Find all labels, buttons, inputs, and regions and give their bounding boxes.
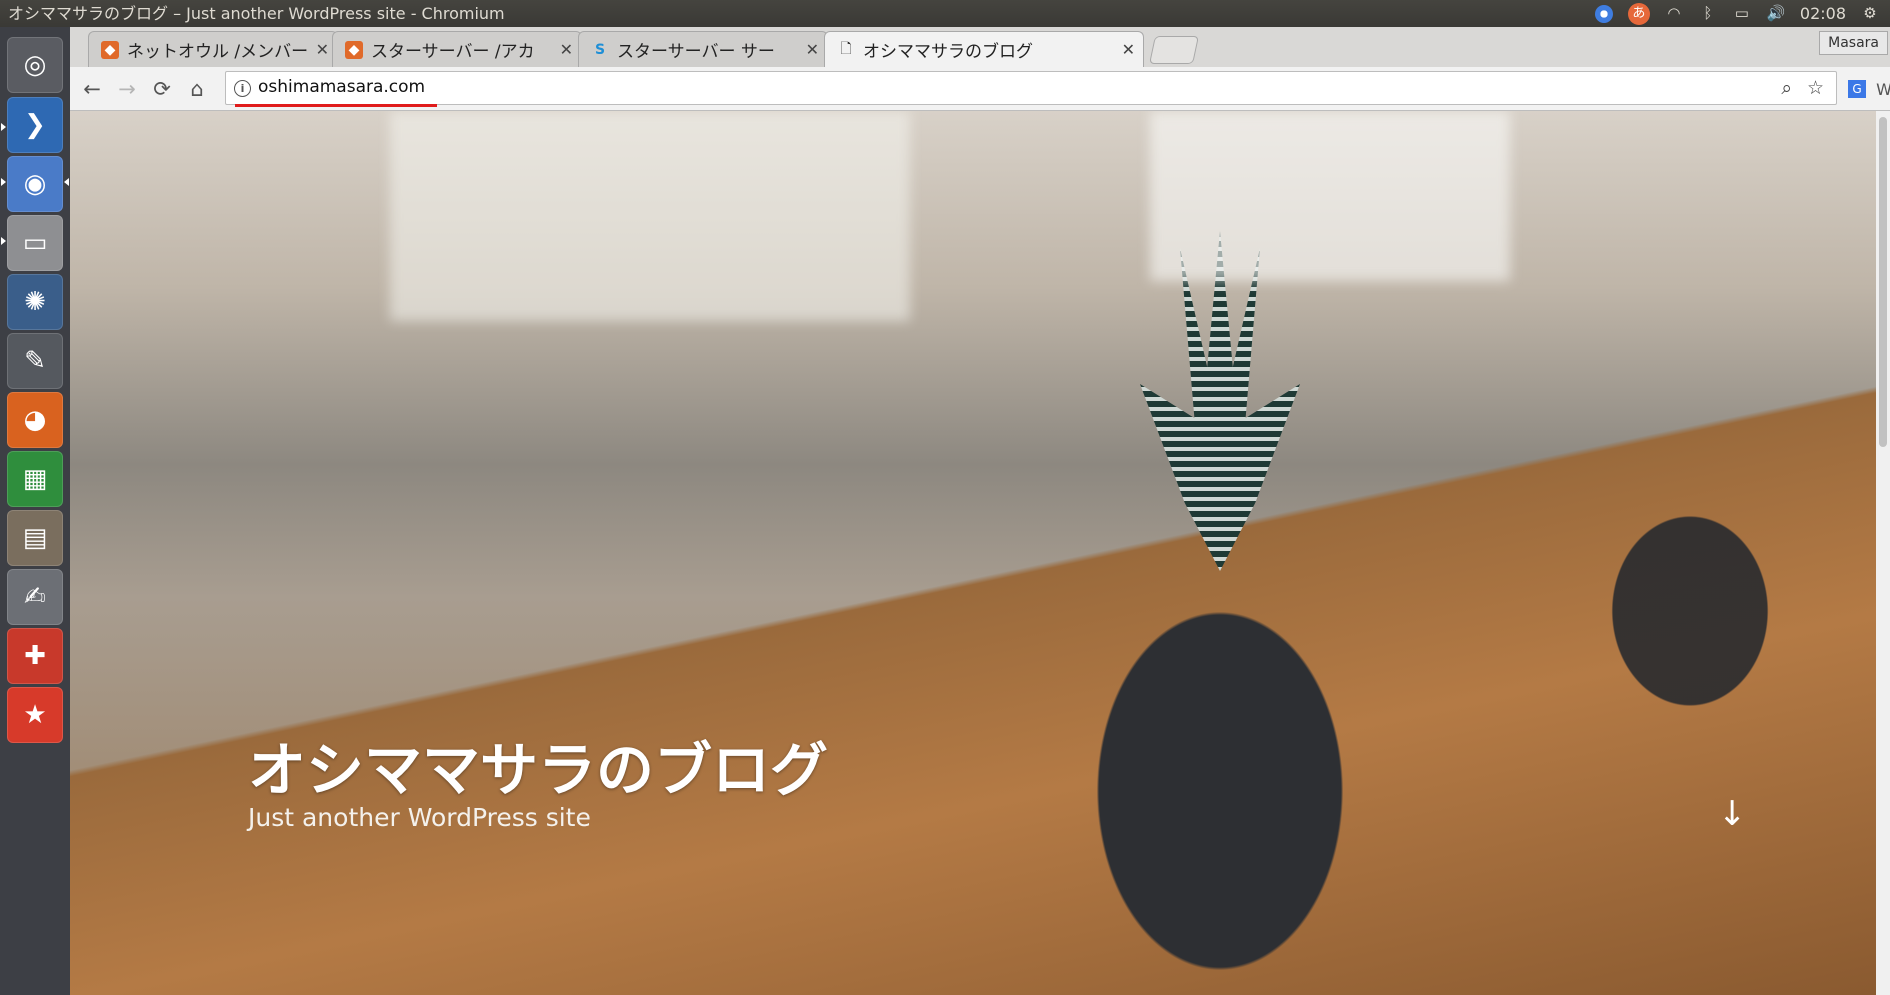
vscode-icon[interactable]: ❯ — [7, 97, 63, 153]
page-icon: 🗋 — [840, 40, 852, 57]
battery-icon[interactable]: ▭ — [1732, 4, 1752, 24]
draw-icon[interactable]: ✎ — [7, 333, 63, 389]
wifi-icon[interactable]: ◠ — [1664, 4, 1684, 24]
calc-icon[interactable]: ▦ — [7, 451, 63, 507]
close-icon[interactable]: ✕ — [806, 40, 819, 59]
scroll-down-arrow-icon[interactable]: ↓ — [1718, 794, 1747, 834]
site-info-icon[interactable]: i — [234, 80, 251, 97]
active-indicator — [64, 178, 69, 186]
input-method-icon[interactable]: あ — [1627, 2, 1650, 25]
site-title[interactable]: オシママサラのブログ — [248, 723, 828, 807]
window-title: オシママサラのブログ – Just another WordPress site… — [8, 4, 505, 23]
system-top-panel: オシママサラのブログ – Just another WordPress site… — [0, 0, 1890, 27]
bookmark-star-icon[interactable]: ☆ — [1807, 77, 1824, 99]
running-indicator — [1, 237, 6, 245]
shotwell-icon[interactable]: ✺ — [7, 274, 63, 330]
address-bar[interactable]: i oshimamasara.com ⌕ ☆ — [225, 71, 1837, 105]
site-tagline: Just another WordPress site — [248, 803, 591, 832]
tab-oshimamasara-blog[interactable]: 🗋 オシママサラのブログ ✕ — [824, 31, 1144, 67]
running-indicator — [1, 178, 6, 186]
launcher: ◎ ❯ ◉ ▭ ✺ ✎ ◕ ▦ ▤ ✍ ✚ ★ — [0, 27, 70, 995]
chromium-launcher-icon[interactable]: ◉ — [7, 156, 63, 212]
close-icon[interactable]: ✕ — [316, 40, 329, 59]
bluetooth-icon[interactable]: ᛒ — [1698, 4, 1718, 24]
system-tray: あ ◠ ᛒ ▭ 🔊 02:08 ⚙ — [1594, 0, 1880, 27]
profile-button[interactable]: Masara — [1819, 31, 1888, 55]
text-editor-icon[interactable]: ✍ — [7, 569, 63, 625]
clock[interactable]: 02:08 — [1800, 0, 1846, 27]
tab-strip: ◆ ネットオウル /メンバー ✕ ◆ スターサーバー /アカ ✕ S スターサー… — [70, 27, 1890, 67]
tab-netowl[interactable]: ◆ ネットオウル /メンバー ✕ — [88, 31, 338, 67]
chromium-tray-icon[interactable] — [1594, 4, 1614, 24]
tab-starserver-account[interactable]: ◆ スターサーバー /アカ ✕ — [332, 31, 582, 67]
running-indicator — [1, 123, 6, 131]
scrollbar-thumb[interactable] — [1879, 117, 1887, 447]
ubuntu-dash-icon[interactable]: ◎ — [7, 37, 63, 93]
star-server-icon: S — [594, 41, 606, 58]
tab-starserver-server[interactable]: S スターサーバー サー ✕ — [578, 31, 828, 67]
plant-image — [1140, 231, 1300, 571]
owl-icon: ◆ — [345, 40, 363, 59]
page-hero: オシママサラのブログ Just another WordPress site ↓ — [70, 111, 1876, 995]
translate-extension-icon[interactable]: G — [1846, 75, 1868, 103]
page-scrollbar[interactable] — [1876, 111, 1890, 995]
drive-icon[interactable]: ▭ — [7, 215, 63, 271]
owl-icon: ◆ — [101, 40, 119, 59]
tab-label: ネットオウル /メンバー — [127, 42, 308, 62]
new-tab-button[interactable] — [1149, 36, 1199, 64]
url-text[interactable]: oshimamasara.com — [258, 77, 425, 97]
forward-button[interactable]: → — [113, 75, 141, 103]
system-tool-icon[interactable]: ✚ — [7, 628, 63, 684]
gear-icon[interactable]: ⚙ — [1860, 4, 1880, 24]
zoom-icon[interactable]: ⌕ — [1781, 77, 1792, 99]
volume-icon[interactable]: 🔊 — [1766, 4, 1786, 24]
url-annotation-underline — [235, 104, 437, 107]
bookmark-app-icon[interactable]: ★ — [7, 687, 63, 743]
tab-label: オシママサラのブログ — [863, 42, 1033, 62]
back-button[interactable]: ← — [78, 75, 106, 103]
close-icon[interactable]: ✕ — [560, 40, 573, 59]
firefox-icon[interactable]: ◕ — [7, 392, 63, 448]
w-extension-icon[interactable]: W — [1870, 75, 1890, 103]
archive-icon[interactable]: ▤ — [7, 510, 63, 566]
home-button[interactable]: ⌂ — [183, 75, 211, 103]
reload-button[interactable]: ⟳ — [148, 75, 176, 103]
tab-label: スターサーバー サー — [617, 42, 775, 62]
close-icon[interactable]: ✕ — [1122, 40, 1135, 59]
tab-label: スターサーバー /アカ — [371, 42, 535, 62]
